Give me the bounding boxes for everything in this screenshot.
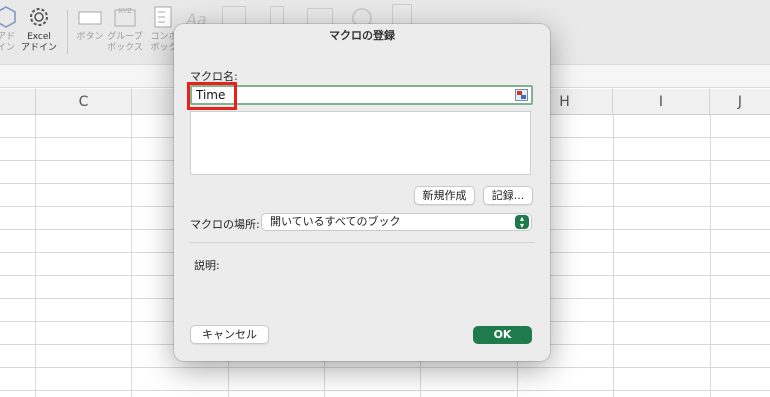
record-macro-button[interactable]: 記録... (483, 186, 533, 205)
macro-list[interactable] (190, 111, 531, 175)
grid-line (710, 115, 711, 397)
macro-location-value: 開いているすべてのブック (270, 215, 401, 228)
macro-location-select[interactable]: 開いているすべてのブック ▴ ▾ (261, 213, 532, 231)
ok-button[interactable]: OK (473, 326, 532, 344)
dialog-title: マクロの登録 (329, 29, 395, 42)
range-selector-icon[interactable] (515, 89, 528, 101)
column-header-c[interactable]: C (36, 89, 132, 115)
assign-macro-dialog: マクロの登録 マクロ名: Time 新規作成 記録... マクロの場所: 開いて… (174, 24, 550, 361)
column-header-blank (0, 89, 36, 115)
new-macro-button[interactable]: 新規作成 (414, 186, 475, 205)
description-label: 説明: (194, 259, 220, 272)
cancel-button[interactable]: キャンセル (190, 325, 269, 344)
macro-name-input[interactable]: Time (190, 85, 533, 105)
gear-icon (11, 4, 67, 30)
grid-line (613, 115, 614, 397)
chevron-up-down-icon: ▴ ▾ (515, 215, 529, 230)
svg-text:XYZ: XYZ (118, 7, 132, 15)
divider (190, 242, 535, 243)
excel-addin-label: Excel アドイン (20, 32, 57, 53)
excel-addin-button[interactable]: Excel アドイン (11, 4, 67, 54)
highlight-box (187, 82, 237, 110)
column-header-j[interactable]: J (710, 89, 770, 115)
macro-location-label: マクロの場所: (190, 218, 260, 231)
column-header-i[interactable]: I (613, 89, 710, 115)
